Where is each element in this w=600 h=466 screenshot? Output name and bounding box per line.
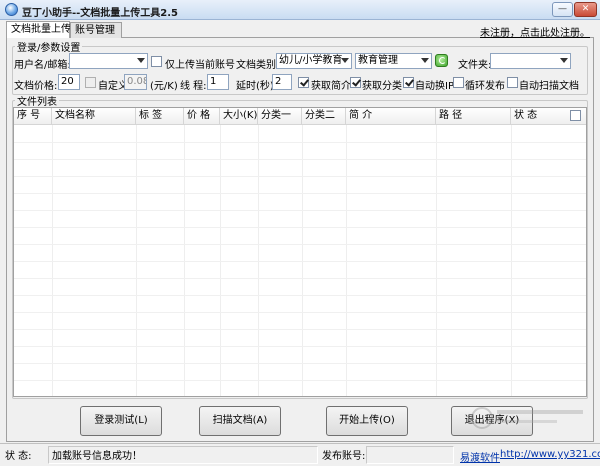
folder-label: 文件夹: [458, 60, 492, 71]
grid-row-line [14, 210, 586, 211]
grid-row-line [14, 295, 586, 296]
grid-row-line [14, 227, 586, 228]
status-message: 加载账号信息成功！ [52, 451, 142, 462]
status-label: 状 态: [5, 451, 32, 462]
publish-account-cell [366, 446, 454, 464]
get-category-label: 获取分类 [362, 81, 402, 92]
threads-label: 线 程: [180, 81, 207, 92]
close-button[interactable]: ✕ [574, 2, 597, 17]
only-current-account-label: 仅上传当前账号 [165, 60, 235, 71]
grid-row-line [14, 346, 586, 347]
column-header-tags[interactable]: 标 签 [136, 108, 184, 125]
window-title: 豆丁小助手--文档批量上传工具2.5 [22, 8, 179, 19]
login-settings-legend: 登录/参数设置 [17, 43, 81, 54]
only-current-account-checkbox[interactable] [151, 56, 162, 67]
doc-category-select[interactable]: 幼儿/小学教育 [276, 53, 352, 69]
grid-row-line [14, 193, 586, 194]
grid-row-line [14, 380, 586, 381]
file-list-table[interactable]: 序 号 文档名称 标 签 价 格 大小(K) 分类一 分类二 简 介 路 径 状… [13, 107, 587, 397]
column-header-index[interactable]: 序 号 [14, 108, 52, 125]
grid-row-line [14, 142, 586, 143]
threads-input[interactable]: 1 [207, 74, 229, 90]
column-header-status[interactable]: 状 态 [511, 108, 586, 125]
column-header-path[interactable]: 路 径 [436, 108, 511, 125]
get-summary-label: 获取简介 [311, 81, 351, 92]
publish-account-label: 发布账号: [322, 451, 366, 462]
refresh-category-icon[interactable] [435, 54, 448, 67]
chevron-down-icon [341, 58, 349, 63]
loop-publish-label: 循环发布 [465, 81, 505, 92]
tab-batch-upload[interactable]: 文档批量上传 [6, 21, 71, 38]
auto-change-ip-label: 自动换IP [415, 81, 454, 92]
website-link[interactable]: http://www.yy321.com [500, 449, 600, 460]
get-summary-checkbox[interactable] [298, 77, 309, 88]
price-label: 文档价格: [14, 81, 58, 92]
select-all-checkbox[interactable] [570, 110, 581, 121]
file-list-legend: 文件列表 [17, 97, 57, 108]
price-input[interactable]: 20 [58, 74, 80, 90]
grid-row-line [14, 312, 586, 313]
register-link[interactable]: 未注册，点击此处注册。 [480, 24, 590, 39]
folder-select[interactable] [490, 53, 571, 69]
column-header-size[interactable]: 大小(K) [220, 108, 258, 125]
auto-scan-checkbox[interactable] [507, 77, 518, 88]
scan-documents-button[interactable]: 扫描文档(A) [199, 406, 281, 436]
grid-row-line [14, 244, 586, 245]
vendor-link[interactable]: 易渡软件 [460, 449, 500, 464]
delay-label: 延时(秒): [236, 81, 278, 92]
auto-change-ip-checkbox[interactable] [403, 77, 414, 88]
grid-row-line [14, 329, 586, 330]
custom-price-input[interactable]: 0.08 [124, 74, 147, 90]
doc-subcategory-select[interactable]: 教育管理 [355, 53, 432, 69]
login-test-button[interactable]: 登录测试(L) [80, 406, 162, 436]
start-upload-button[interactable]: 开始上传(O) [326, 406, 408, 436]
title-bar: 豆丁小助手--文档批量上传工具2.5 — ✕ [0, 0, 600, 20]
username-select[interactable] [69, 53, 148, 69]
custom-price-checkbox[interactable] [85, 77, 96, 88]
column-header-category-one[interactable]: 分类一 [258, 108, 302, 125]
column-header-summary[interactable]: 简 介 [346, 108, 436, 125]
chevron-down-icon [137, 58, 145, 63]
price-unit-label: (元/K) [150, 81, 178, 92]
minimize-button[interactable]: — [552, 2, 573, 17]
grid-row-line [14, 261, 586, 262]
column-header-price[interactable]: 价 格 [184, 108, 220, 125]
app-icon [5, 3, 18, 16]
loop-publish-checkbox[interactable] [453, 77, 464, 88]
column-header-status-label: 状 态 [514, 110, 538, 121]
chevron-down-icon [560, 58, 568, 63]
auto-scan-label: 自动扫描文档 [519, 81, 579, 92]
watermark-logo [471, 407, 583, 429]
chevron-down-icon [421, 58, 429, 63]
grid-row-line [14, 176, 586, 177]
delay-input[interactable]: 2 [272, 74, 292, 90]
column-header-category-two[interactable]: 分类二 [302, 108, 346, 125]
column-header-doc-name[interactable]: 文档名称 [52, 108, 136, 125]
grid-row-line [14, 278, 586, 279]
username-label: 用户名/邮箱: [14, 60, 71, 71]
doc-category-label: 文档类别: [236, 60, 280, 71]
tab-account-management[interactable]: 账号管理 [70, 22, 122, 38]
doc-category-value: 幼儿/小学教育 [279, 55, 343, 66]
table-header: 序 号 文档名称 标 签 价 格 大小(K) 分类一 分类二 简 介 路 径 状… [14, 108, 586, 125]
grid-row-line [14, 363, 586, 364]
get-category-checkbox[interactable] [350, 77, 361, 88]
doc-subcategory-value: 教育管理 [358, 55, 398, 66]
grid-row-line [14, 159, 586, 160]
status-bar: 状 态: 加载账号信息成功！ 发布账号: 易渡软件 http://www.yy3… [0, 443, 600, 466]
